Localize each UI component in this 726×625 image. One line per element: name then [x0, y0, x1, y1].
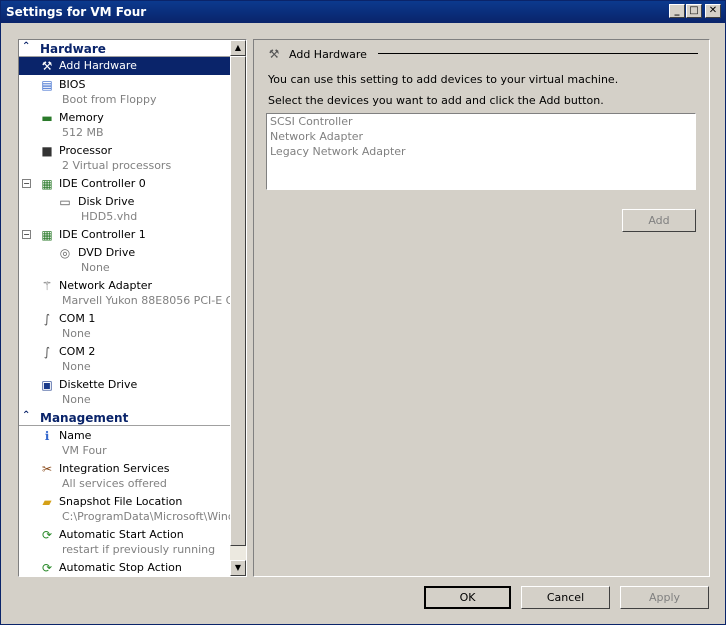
description-line-1: You can use this setting to add devices … [268, 73, 619, 86]
floppy-icon: ▣ [41, 378, 53, 392]
description-line-2: Select the devices you want to add and c… [268, 94, 604, 107]
refresh-icon: ⟳ [41, 528, 53, 542]
settings-tree: ⌃ Hardware ⚒ Add Hardware ▤ BIOS Boot fr… [18, 39, 247, 577]
info-icon: ℹ [44, 429, 50, 443]
tree-item-com1[interactable]: ∫ COM 1 None [19, 310, 230, 343]
ok-button[interactable]: OK [424, 586, 511, 609]
tree-item-network-adapter[interactable]: ⚚ Network Adapter Marvell Yukon 88E8056 … [19, 277, 246, 310]
cancel-button[interactable]: Cancel [521, 586, 610, 609]
section-management[interactable]: ⌃ Management [19, 409, 230, 426]
tree-item-automatic-stop-action[interactable]: ⟳ Automatic Stop Action [19, 559, 230, 576]
tree-item-com2[interactable]: ∫ COM 2 None [19, 343, 230, 376]
disk-drive-icon: ▭ [59, 195, 71, 209]
settings-window: Settings for VM Four _ □ ✕ ⌃ Hardware ⚒ … [0, 0, 726, 625]
details-pane: ⚒ Add Hardware You can use this setting … [253, 39, 710, 577]
maximize-button[interactable]: □ [686, 4, 702, 18]
tools-icon: ✂ [41, 462, 53, 476]
bios-icon: ▤ [41, 78, 53, 92]
scroll-thumb[interactable] [230, 56, 246, 546]
refresh-icon: ⟳ [41, 561, 53, 575]
title-divider [378, 53, 698, 54]
details-title: Add Hardware [289, 48, 367, 61]
add-hardware-icon: ⚒ [268, 47, 280, 61]
tree-item-diskette-drive[interactable]: ▣ Diskette Drive None [19, 376, 230, 409]
tree-item-bios[interactable]: ▤ BIOS Boot from Floppy [19, 76, 230, 109]
apply-button[interactable]: Apply [620, 586, 709, 609]
folder-icon: ▰ [42, 495, 52, 509]
collapse-icon: ⌃ [22, 41, 31, 52]
collapse-icon: ⌃ [22, 410, 31, 421]
tree-item-dvd-drive[interactable]: ◎ DVD Drive None [19, 244, 230, 277]
section-hardware[interactable]: ⌃ Hardware [19, 40, 230, 57]
collapse-toggle-icon[interactable]: − [22, 179, 31, 188]
tree-item-snapshot-file-location[interactable]: ▰ Snapshot File Location C:\ProgramData\… [19, 493, 246, 526]
network-adapter-icon: ⚚ [41, 279, 53, 293]
minimize-button[interactable]: _ [669, 4, 685, 18]
tree-item-disk-drive[interactable]: ▭ Disk Drive HDD5.vhd [19, 193, 230, 226]
com-port-icon: ∫ [43, 345, 51, 359]
list-item[interactable]: SCSI Controller [270, 115, 353, 128]
scroll-down-icon[interactable]: ▼ [230, 560, 246, 576]
tree-item-name[interactable]: ℹ Name VM Four [19, 427, 230, 460]
ide-controller-icon: ▦ [41, 177, 53, 191]
scroll-up-icon[interactable]: ▲ [230, 40, 246, 56]
dvd-icon: ◎ [59, 246, 71, 260]
tree-scrollbar[interactable]: ▲ ▼ [230, 40, 246, 576]
add-hardware-icon: ⚒ [41, 59, 53, 73]
device-list[interactable]: SCSI Controller Network Adapter Legacy N… [266, 113, 696, 190]
memory-icon: ▬ [41, 111, 53, 125]
tree-item-automatic-start-action[interactable]: ⟳ Automatic Start Action restart if prev… [19, 526, 230, 559]
tree-item-memory[interactable]: ▬ Memory 512 MB [19, 109, 230, 142]
list-item[interactable]: Legacy Network Adapter [270, 145, 406, 158]
tree-item-integration-services[interactable]: ✂ Integration Services All services offe… [19, 460, 230, 493]
com-port-icon: ∫ [43, 312, 51, 326]
tree-item-processor[interactable]: ■ Processor 2 Virtual processors [19, 142, 230, 175]
collapse-toggle-icon[interactable]: − [22, 230, 31, 239]
processor-icon: ■ [41, 144, 53, 158]
title-bar[interactable]: Settings for VM Four _ □ ✕ [1, 1, 725, 23]
tree-item-ide-controller-1[interactable]: − ▦ IDE Controller 1 [19, 226, 230, 244]
list-item[interactable]: Network Adapter [270, 130, 363, 143]
window-title: Settings for VM Four [6, 5, 147, 19]
tree-item-ide-controller-0[interactable]: − ▦ IDE Controller 0 [19, 175, 230, 193]
add-button[interactable]: Add [622, 209, 696, 232]
tree-item-add-hardware[interactable]: ⚒ Add Hardware [19, 57, 230, 75]
ide-controller-icon: ▦ [41, 228, 53, 242]
close-button[interactable]: ✕ [705, 4, 721, 18]
